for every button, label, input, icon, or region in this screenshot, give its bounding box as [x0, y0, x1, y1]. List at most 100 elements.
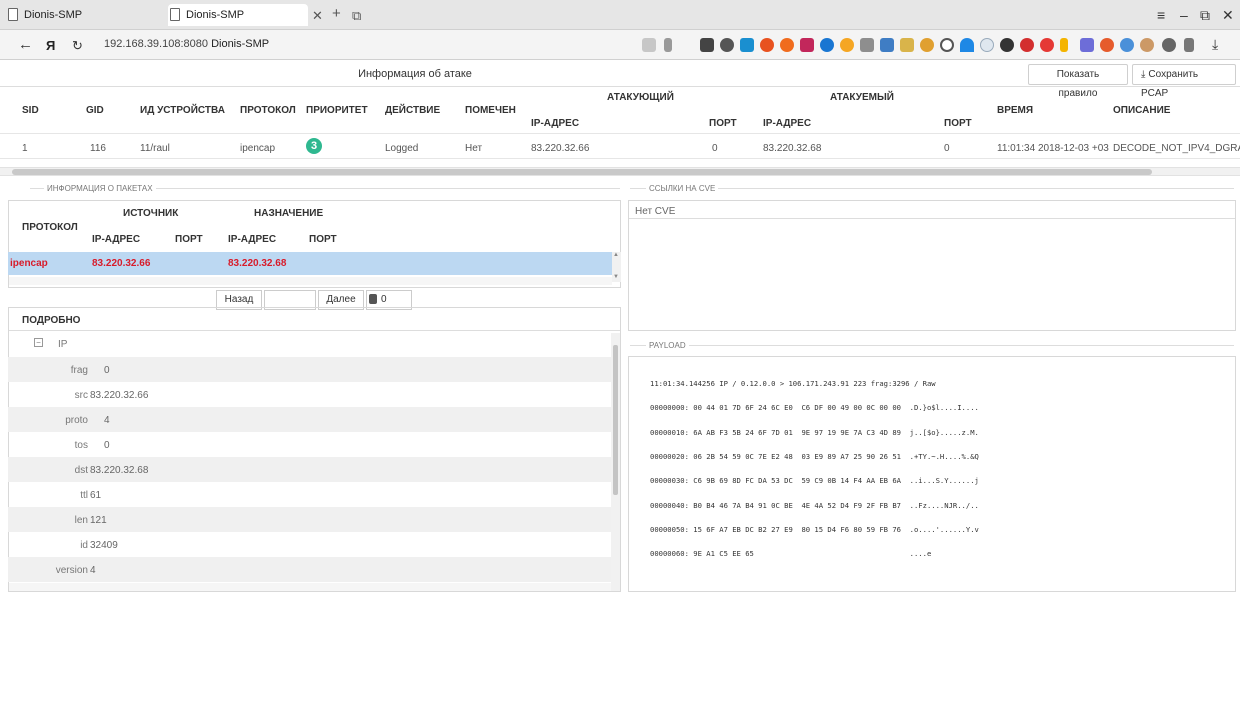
show-rule-button[interactable]: Показать правило: [1028, 64, 1128, 99]
yandex-logo-icon[interactable]: Я: [46, 38, 55, 53]
details-title: ПОДРОБНО: [22, 315, 81, 326]
extension-icon[interactable]: [960, 38, 974, 52]
extension-icon[interactable]: [740, 38, 754, 52]
reader-icon[interactable]: [642, 38, 656, 52]
extension-icon[interactable]: [980, 38, 994, 52]
tree-node-ip[interactable]: IP: [58, 339, 67, 350]
url-field[interactable]: 192.168.39.108:8080 Dionis-SMP: [104, 38, 269, 50]
mail-icon[interactable]: [880, 38, 894, 52]
extension-icon[interactable]: [840, 38, 854, 52]
extension-icon[interactable]: [1020, 38, 1034, 52]
col-packet-dst-port[interactable]: ПОРТ: [309, 234, 337, 245]
detail-row: id 32409: [8, 532, 613, 557]
minimize-icon[interactable]: –: [1180, 7, 1188, 23]
extension-icon[interactable]: [920, 38, 934, 52]
detail-row: tos 0: [8, 432, 613, 457]
col-packet-source[interactable]: ИСТОЧНИК: [123, 208, 178, 219]
horizontal-scrollbar[interactable]: [0, 167, 1240, 176]
back-label: Назад: [224, 294, 254, 305]
col-attacker-port[interactable]: ПОРТ: [709, 118, 737, 129]
col-device-id[interactable]: ИД УСТРОЙСТВА: [140, 105, 225, 116]
new-tab-button[interactable]: +: [332, 5, 341, 22]
packet-info-legend: ИНФОРМАЦИЯ О ПАКЕТАХ: [44, 184, 156, 193]
cve-text: Нет CVE: [635, 206, 676, 217]
extension-icon[interactable]: [1140, 38, 1154, 52]
col-packet-dest[interactable]: НАЗНАЧЕНИЕ: [254, 208, 323, 219]
save-pcap-button[interactable]: ⤓ Сохранить PCAP: [1132, 64, 1236, 99]
tabs-list-icon[interactable]: ⧉: [352, 8, 361, 24]
col-action[interactable]: ДЕЙСТВИЕ: [385, 105, 440, 116]
packet-dst-ip: 83.220.32.68: [228, 258, 287, 269]
field-value: 4: [90, 565, 96, 576]
back-arrow-icon[interactable]: ←: [18, 36, 33, 53]
details-scrollbar[interactable]: [611, 333, 620, 591]
col-packet-src-port[interactable]: ПОРТ: [175, 234, 203, 245]
col-packet-dst-ip[interactable]: IP-АДРЕС: [228, 234, 276, 245]
details-hscroll[interactable]: [9, 583, 611, 591]
payload-line: 00000030: C6 9B 69 8D FC DA 53 DC 59 C9 …: [650, 476, 979, 486]
col-sid[interactable]: SID: [22, 105, 39, 116]
extension-icon[interactable]: [1120, 38, 1134, 52]
extension-icon[interactable]: [1040, 38, 1054, 52]
close-tab-icon[interactable]: ✕: [312, 8, 323, 24]
menu-icon[interactable]: ≡: [1157, 7, 1165, 23]
col-description[interactable]: ОПИСАНИЕ: [1113, 105, 1170, 116]
packet-count-value: 0: [381, 294, 387, 305]
extension-icon[interactable]: [1184, 38, 1194, 52]
extension-icon[interactable]: [760, 38, 774, 52]
extension-icon[interactable]: [900, 38, 914, 52]
browser-tab[interactable]: Dionis-SMP: [6, 4, 156, 26]
extension-icon[interactable]: [1100, 38, 1114, 52]
restore-icon[interactable]: ⧉: [1200, 7, 1210, 24]
col-protocol[interactable]: ПРОТОКОЛ: [240, 105, 296, 116]
scrollbar-thumb[interactable]: [12, 169, 1152, 175]
packet-src-ip: 83.220.32.66: [92, 258, 151, 269]
packet-row-selected[interactable]: ipencap 83.220.32.66 83.220.32.68: [8, 252, 613, 275]
collapse-icon[interactable]: −: [34, 338, 43, 347]
scroll-down-icon[interactable]: ▼: [613, 274, 619, 280]
col-attacker-ip[interactable]: IP-АДРЕС: [531, 118, 579, 129]
close-window-icon[interactable]: ✕: [1222, 7, 1234, 24]
col-target-port[interactable]: ПОРТ: [944, 118, 972, 129]
pocket-icon[interactable]: [700, 38, 714, 52]
packet-table-scrollbar[interactable]: ▲ ▼: [612, 252, 621, 282]
extension-icon[interactable]: [800, 38, 814, 52]
tab-title: Dionis-SMP: [24, 9, 83, 21]
download-icon[interactable]: ⤓: [1212, 36, 1218, 53]
scroll-up-icon[interactable]: ▲: [613, 252, 619, 258]
extension-icon[interactable]: [780, 38, 794, 52]
bookmark-icon[interactable]: [664, 38, 672, 52]
detail-row: src 83.220.32.66: [8, 382, 613, 407]
col-gid[interactable]: GID: [86, 105, 104, 116]
detail-row: dst 83.220.32.68: [8, 457, 613, 482]
code-icon[interactable]: [1080, 38, 1094, 52]
cell-device-id: 11/raul: [140, 143, 170, 154]
browser-tab-bar: Dionis-SMP Dionis-SMP ✕ + ⧉ ≡ – ⧉ ✕: [0, 0, 1240, 30]
browser-tab-active[interactable]: Dionis-SMP: [168, 4, 308, 26]
col-marked[interactable]: ПОМЕЧЕН: [465, 105, 516, 116]
payload-line: 00000040: B0 B4 46 7A B4 91 0C BE 4E 4A …: [650, 500, 979, 510]
extension-icon[interactable]: [720, 38, 734, 52]
cell-gid: 116: [90, 143, 106, 154]
extension-icon[interactable]: [860, 38, 874, 52]
col-packet-src-ip[interactable]: IP-АДРЕС: [92, 234, 140, 245]
extension-icon[interactable]: [1060, 38, 1068, 52]
reload-icon[interactable]: ↻: [72, 38, 83, 54]
extension-icon[interactable]: [940, 38, 954, 52]
extension-icon[interactable]: [820, 38, 834, 52]
payload-dump: 11:01:34.144256 IP / 0.12.0.0 > 106.171.…: [650, 364, 979, 566]
col-packet-protocol[interactable]: ПРОТОКОЛ: [22, 222, 78, 233]
extension-icon[interactable]: [1000, 38, 1014, 52]
divider: [630, 345, 1234, 346]
scrollbar-thumb[interactable]: [613, 345, 618, 495]
field-key: proto: [65, 415, 88, 426]
url-page-title: Dionis-SMP: [211, 38, 270, 50]
col-target-ip[interactable]: IP-АДРЕС: [763, 118, 811, 129]
cve-divider: [629, 218, 1235, 219]
col-time[interactable]: ВРЕМЯ: [997, 105, 1033, 116]
group-header-attacker: АТАКУЮЩИЙ: [607, 92, 674, 103]
col-priority[interactable]: ПРИОРИТЕТ: [306, 105, 368, 116]
packet-table-hscroll[interactable]: [9, 277, 612, 285]
extension-icon[interactable]: [1162, 38, 1176, 52]
field-key: len: [74, 515, 88, 526]
